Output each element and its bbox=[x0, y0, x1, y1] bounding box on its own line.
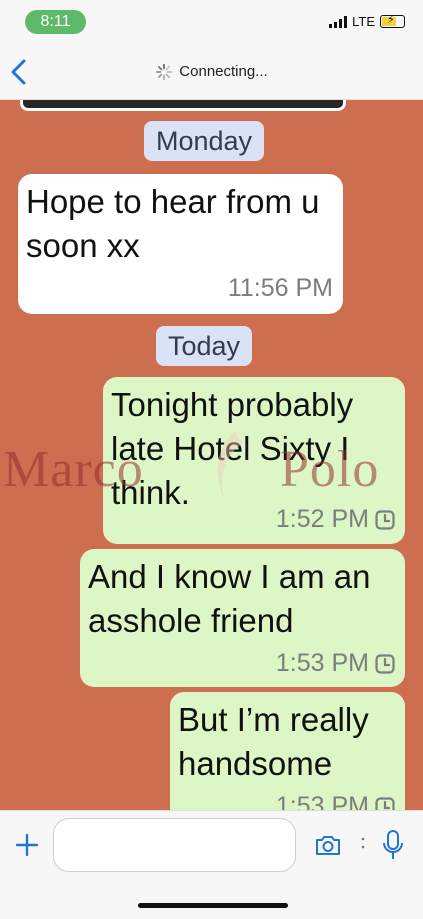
nav-title: Connecting... bbox=[179, 63, 268, 80]
date-chip-monday: Monday bbox=[144, 121, 265, 161]
more-dots-icon bbox=[361, 837, 365, 849]
home-indicator bbox=[138, 903, 288, 908]
message-text: Tonight probably late Hotel Sixty I thin… bbox=[111, 386, 354, 511]
nav-status: Connecting... bbox=[0, 63, 423, 81]
clock-icon bbox=[375, 653, 395, 674]
camera-icon[interactable] bbox=[314, 833, 342, 857]
microphone-icon[interactable] bbox=[381, 829, 405, 861]
clock-icon bbox=[375, 509, 395, 530]
spinner-icon bbox=[156, 63, 173, 81]
message-time: 1:52 PM bbox=[275, 505, 369, 533]
message-time: 11:56 PM bbox=[227, 274, 333, 302]
status-time: 8:11 bbox=[25, 10, 86, 34]
message-outgoing[interactable]: And I know I am an asshole friend 1:53 P… bbox=[80, 549, 405, 687]
message-input[interactable] bbox=[53, 818, 296, 872]
battery-icon: ⚡ bbox=[380, 14, 405, 28]
status-indicators: LTE ⚡ bbox=[329, 14, 405, 29]
media-message-edge[interactable] bbox=[20, 100, 346, 111]
message-incoming[interactable]: Hope to hear from u soon xx 11:56 PM bbox=[18, 174, 343, 314]
nav-bar: Connecting... bbox=[0, 44, 423, 100]
message-text: Hope to hear from u soon xx bbox=[26, 183, 320, 264]
plus-icon[interactable] bbox=[14, 832, 40, 858]
network-label: LTE bbox=[352, 14, 375, 29]
chat-area[interactable]: Monday Hope to hear from u soon xx 11:56… bbox=[0, 100, 423, 810]
status-bar: 8:11 LTE ⚡ bbox=[0, 0, 423, 44]
message-time: 1:53 PM bbox=[275, 792, 369, 810]
date-chip-today: Today bbox=[156, 326, 253, 366]
message-time: 1:53 PM bbox=[275, 649, 369, 677]
message-outgoing[interactable]: But I’m really handsome 1:53 PM bbox=[170, 692, 405, 810]
message-outgoing[interactable]: Tonight probably late Hotel Sixty I thin… bbox=[103, 377, 405, 544]
message-text: And I know I am an asshole friend bbox=[88, 558, 371, 639]
message-text: But I’m really handsome bbox=[178, 701, 369, 782]
signal-icon bbox=[329, 15, 348, 28]
clock-icon bbox=[375, 796, 395, 810]
